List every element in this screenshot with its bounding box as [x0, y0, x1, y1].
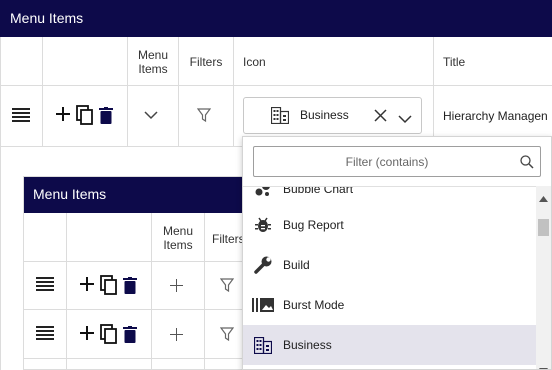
- option-business[interactable]: Business: [243, 325, 536, 365]
- icon-dropdown: Bubble Chart Bug Report Build Burst Mode…: [242, 136, 552, 370]
- filter-icon[interactable]: [196, 107, 212, 123]
- inner-col-divider: [204, 213, 205, 369]
- delete-icon[interactable]: [122, 275, 138, 295]
- option-burst-mode[interactable]: Burst Mode: [243, 285, 536, 325]
- copy-icon[interactable]: [99, 274, 117, 296]
- clear-icon[interactable]: [374, 109, 387, 127]
- option-build[interactable]: Build: [243, 245, 536, 285]
- business-icon: [243, 336, 283, 354]
- build-icon: [243, 255, 283, 275]
- inner-header-divider: [24, 261, 263, 262]
- title-cell[interactable]: Hierarchy Managen: [443, 109, 548, 123]
- add-icon[interactable]: [55, 104, 71, 124]
- filter-icon[interactable]: [219, 326, 235, 342]
- add-icon[interactable]: [79, 274, 95, 294]
- col-header-filters[interactable]: Filters: [212, 232, 245, 246]
- outer-col-divider: [233, 37, 234, 146]
- add-icon[interactable]: [168, 326, 184, 342]
- drag-handle-icon[interactable]: [35, 325, 55, 341]
- dropdown-scrollbar[interactable]: [536, 186, 551, 369]
- inner-col-divider: [66, 213, 67, 369]
- delete-icon[interactable]: [98, 105, 114, 125]
- col-header-menu-items[interactable]: Menu Items: [128, 48, 178, 76]
- inner-row-divider: [24, 309, 263, 310]
- scrollbar-thumb[interactable]: [538, 219, 549, 236]
- nested-grid-title: Menu Items: [24, 177, 263, 213]
- copy-icon[interactable]: [99, 323, 117, 345]
- col-header-title[interactable]: Title: [443, 55, 465, 69]
- outer-col-divider: [42, 37, 43, 146]
- drag-handle-icon[interactable]: [11, 106, 31, 124]
- add-icon[interactable]: [79, 323, 95, 343]
- chevron-down-icon[interactable]: [142, 107, 160, 123]
- option-bug-report[interactable]: Bug Report: [243, 205, 536, 245]
- icon-select[interactable]: Business: [243, 97, 422, 134]
- outer-grid-title: Menu Items: [0, 0, 552, 37]
- outer-col-divider: [433, 37, 434, 146]
- filter-box: [253, 146, 541, 177]
- col-header-filters[interactable]: Filters: [179, 55, 233, 69]
- drag-handle-icon[interactable]: [35, 276, 55, 292]
- col-header-menu-items[interactable]: Menu Items: [152, 224, 204, 252]
- option-list: Bubble Chart Bug Report Build Burst Mode…: [243, 186, 536, 369]
- icon-select-value: Business: [300, 108, 349, 122]
- inner-row-divider: [24, 358, 263, 359]
- nested-grid: Menu Items Menu Items Filters: [23, 176, 263, 370]
- copy-icon[interactable]: [75, 104, 93, 126]
- search-icon: [520, 155, 534, 174]
- bubble-chart-icon: [243, 187, 283, 198]
- option-label: Build: [283, 258, 310, 272]
- option-label: Bubble Chart: [283, 186, 354, 196]
- option-label: Business: [283, 338, 332, 352]
- scroll-up-icon[interactable]: [539, 189, 548, 207]
- outer-header-divider: [0, 85, 552, 86]
- filter-icon[interactable]: [219, 277, 235, 293]
- filter-input[interactable]: [254, 147, 540, 176]
- scroll-down-icon[interactable]: [539, 361, 548, 369]
- bug-report-icon: [243, 216, 283, 234]
- outer-col-divider: [178, 37, 179, 146]
- col-header-icon[interactable]: Icon: [243, 55, 266, 69]
- burst-mode-icon: [243, 297, 283, 313]
- add-icon[interactable]: [168, 277, 184, 293]
- option-label: Burst Mode: [283, 298, 345, 312]
- delete-icon[interactable]: [122, 324, 138, 344]
- business-icon: [270, 106, 290, 129]
- option-label: Bug Report: [283, 218, 344, 232]
- chevron-down-icon[interactable]: [398, 111, 412, 129]
- outer-left-border: [0, 37, 1, 370]
